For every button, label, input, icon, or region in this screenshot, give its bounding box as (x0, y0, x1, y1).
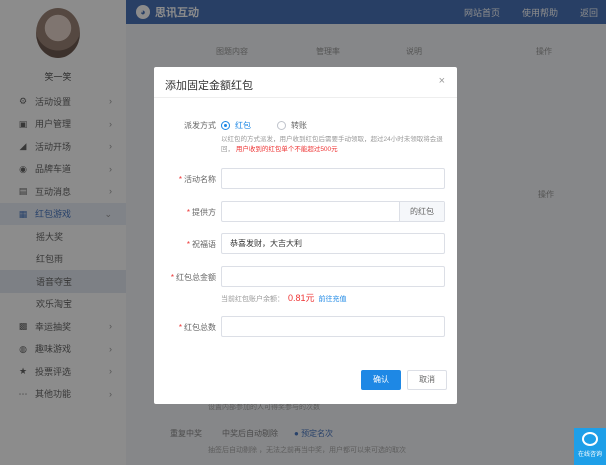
provider-label: * 提供方 (186, 208, 216, 217)
account-balance: 当前红包账户余额： 0.81元 前往充值 (221, 291, 347, 304)
balance-amount: 0.81元 (288, 293, 315, 303)
greeting-label-text: 祝福语 (192, 240, 216, 249)
confirm-button[interactable]: 确认 (361, 370, 401, 390)
note-warning: 用户收到的红包单个不能超过500元 (235, 146, 338, 153)
provider-input[interactable] (222, 207, 230, 216)
issue-method-label: 派发方式 (184, 121, 216, 130)
close-icon[interactable]: × (439, 75, 445, 87)
radio-red-packet-label[interactable]: 红包 (235, 120, 251, 131)
add-red-packet-dialog: 添加固定金额红包 × 派发方式 红包 转账 以红包的方式派发，用户收到红包后需要… (154, 67, 457, 404)
online-consult-label: 在线咨询 (577, 452, 602, 458)
activity-name-input[interactable] (221, 168, 445, 189)
radio-red-packet[interactable] (221, 121, 230, 130)
recharge-link[interactable]: 前往充值 (319, 294, 347, 304)
issue-method-note: 以红包的方式派发，用户收到红包后需要手动领取，超过24小时未领取将会退回， 用户… (221, 135, 449, 155)
total-count-label: * 红包总数 (178, 323, 216, 332)
greeting-input[interactable]: 恭喜发财，大吉大利 (221, 233, 445, 254)
radio-transfer-label[interactable]: 转账 (291, 120, 307, 131)
total-amount-input[interactable] (221, 266, 445, 287)
online-consult-button[interactable]: 在线咨询 (574, 428, 606, 465)
headset-icon (582, 432, 598, 446)
activity-name-label: * 活动名称 (178, 175, 216, 184)
balance-label: 当前红包账户余额： (221, 296, 284, 303)
total-amount-label: * 红包总金额 (170, 273, 216, 282)
provider-input-group[interactable]: 的红包 (221, 201, 445, 222)
total-amount-label-text: 红包总金额 (176, 273, 216, 282)
provider-label-text: 提供方 (192, 208, 216, 217)
total-count-label-text: 红包总数 (184, 323, 216, 332)
greeting-label: * 祝福语 (186, 240, 216, 249)
provider-suffix: 的红包 (399, 202, 444, 221)
total-count-input[interactable] (221, 316, 445, 337)
dialog-title: 添加固定金额红包 (165, 80, 253, 92)
divider (154, 97, 457, 98)
radio-transfer[interactable] (277, 121, 286, 130)
issue-method-radio-group: 红包 转账 (221, 120, 307, 131)
activity-name-label-text: 活动名称 (184, 175, 216, 184)
cancel-button[interactable]: 取消 (407, 370, 447, 390)
